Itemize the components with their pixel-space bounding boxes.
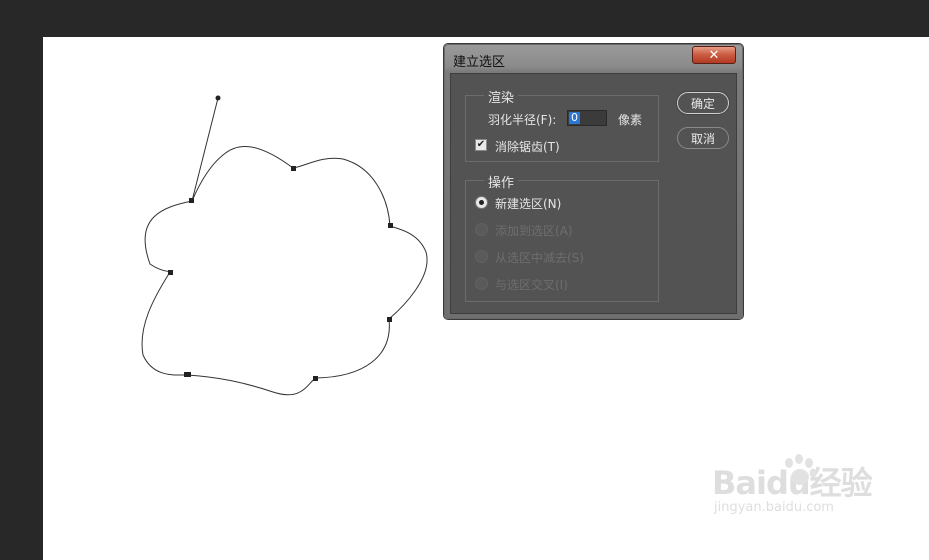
feather-unit: 像素	[618, 113, 643, 127]
anchor-point	[189, 198, 194, 203]
anchor-point	[291, 166, 296, 171]
render-group: 渲染 羽化半径(F): 0 像素 ✔ 消除锯齿(T)	[465, 87, 659, 162]
dialog-body: 渲染 羽化半径(F): 0 像素 ✔ 消除锯齿(T) 操作 新建选区(N) 添加…	[450, 73, 737, 314]
add-to-selection-radio	[475, 223, 488, 236]
feather-radius-input[interactable]: 0	[567, 110, 607, 126]
cancel-button[interactable]: 取消	[677, 127, 729, 149]
ok-button[interactable]: 确定	[677, 92, 729, 114]
anchor-point	[388, 223, 393, 228]
add-to-selection-label: 添加到选区(A)	[495, 224, 573, 238]
feather-label: 羽化半径(F):	[488, 113, 557, 127]
subtract-from-selection-radio	[475, 250, 488, 263]
baidu-watermark: Baidu经验 jingyan.baidu.com	[712, 454, 873, 515]
make-selection-dialog: 建立选区 ✕ 渲染 羽化半径(F): 0 像素 ✔ 消除锯齿(T) 操作 新建选…	[444, 44, 743, 319]
close-button[interactable]: ✕	[692, 46, 736, 64]
anchor-point	[184, 372, 191, 377]
render-legend: 渲染	[484, 87, 519, 106]
check-icon: ✔	[476, 139, 486, 150]
anchor-point	[313, 376, 318, 381]
watermark-url: jingyan.baidu.com	[714, 500, 834, 515]
dialog-title: 建立选区	[453, 55, 506, 70]
direction-handle	[191, 97, 219, 202]
intersect-selection-radio	[475, 277, 488, 290]
operation-legend: 操作	[484, 172, 519, 191]
close-icon: ✕	[708, 47, 720, 63]
subtract-from-selection-label: 从选区中减去(S)	[495, 251, 584, 265]
anchor-point	[387, 317, 392, 322]
new-selection-radio[interactable]	[475, 196, 488, 209]
feather-radius-value: 0	[569, 111, 580, 124]
antialias-label[interactable]: 消除锯齿(T)	[495, 138, 560, 155]
anchor-point	[168, 270, 173, 275]
operation-group: 操作 新建选区(N) 添加到选区(A) 从选区中减去(S) 与选区交叉(I)	[465, 172, 659, 302]
handle-end-point	[215, 95, 221, 101]
antialias-checkbox[interactable]: ✔	[475, 139, 487, 151]
intersect-selection-label: 与选区交叉(I)	[495, 278, 568, 292]
path-curve	[141, 145, 428, 396]
new-selection-label[interactable]: 新建选区(N)	[495, 195, 561, 212]
paw-icon	[785, 454, 817, 485]
